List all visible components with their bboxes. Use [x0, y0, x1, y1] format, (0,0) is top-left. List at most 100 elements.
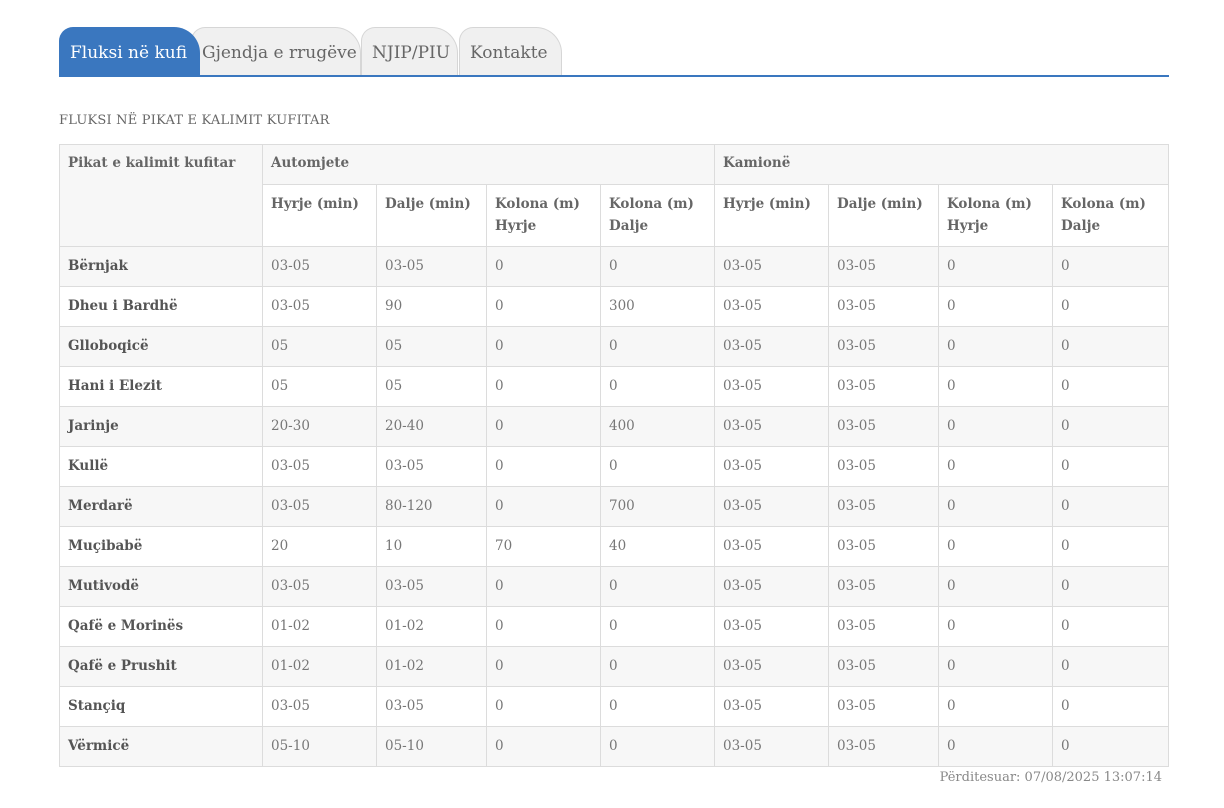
column-header: Kolona (m) Dalje	[1052, 184, 1169, 247]
table-cell: 03-05	[262, 486, 377, 527]
table-cell: 0	[938, 246, 1053, 287]
table-cell: 01-02	[262, 646, 377, 687]
table-cell: 03-05	[714, 606, 829, 647]
table-cell: 05-10	[262, 726, 377, 767]
crossing-point-name: Stançiq	[59, 686, 263, 727]
table-cell: 01-02	[262, 606, 377, 647]
table-cell: 03-05	[714, 366, 829, 407]
tab-border-flux[interactable]: Fluksi në kufi	[59, 27, 200, 77]
crossing-point-name: Bërnjak	[59, 246, 263, 287]
table-cell: 03-05	[828, 326, 939, 367]
crossing-point-name: Vërmicë	[59, 726, 263, 767]
tab-contacts[interactable]: Kontakte	[459, 27, 562, 75]
table-cell: 0	[1052, 686, 1169, 727]
table-row: Dheu i Bardhë 03-05 90 0 300 03-05 03-05 0 0	[59, 286, 1169, 327]
table-cell: 0	[486, 326, 601, 367]
table-cell: 03-05	[714, 726, 829, 767]
table-cell: 0	[1052, 446, 1169, 487]
table-row: Hani i Elezit 05 05 0 0 03-05 03-05 0 0	[59, 366, 1169, 407]
table-cell: 0	[600, 446, 715, 487]
column-header: Kolona (m) Hyrje	[938, 184, 1053, 247]
table-cell: 0	[938, 686, 1053, 727]
table-cell: 0	[486, 366, 601, 407]
table-cell: 03-05	[262, 686, 377, 727]
table-cell: 05	[262, 366, 377, 407]
table-cell: 03-05	[262, 286, 377, 327]
table-cell: 0	[938, 566, 1053, 607]
table-cell: 0	[486, 446, 601, 487]
table-cell: 03-05	[714, 646, 829, 687]
crossing-point-name: Kullë	[59, 446, 263, 487]
table-cell: 70	[486, 526, 601, 567]
table-cell: 0	[486, 286, 601, 327]
table-cell: 10	[376, 526, 487, 567]
table-cell: 0	[1052, 246, 1169, 287]
last-updated: Përditesuar: 07/08/2025 13:07:14	[939, 770, 1162, 785]
table-cell: 90	[376, 286, 487, 327]
table-cell: 0	[486, 646, 601, 687]
table-cell: 0	[486, 486, 601, 527]
table-cell: 01-02	[376, 646, 487, 687]
table-cell: 03-05	[828, 646, 939, 687]
table-cell: 0	[1052, 646, 1169, 687]
table-cell: 03-05	[828, 566, 939, 607]
table-cell: 05	[376, 326, 487, 367]
table-cell: 0	[486, 606, 601, 647]
table-cell: 03-05	[714, 566, 829, 607]
column-header: Hyrje (min)	[714, 184, 829, 247]
table-cell: 0	[600, 366, 715, 407]
table-cell: 03-05	[262, 246, 377, 287]
table-cell: 03-05	[828, 246, 939, 287]
table-cell: 0	[938, 326, 1053, 367]
table-cell: 300	[600, 286, 715, 327]
table-cell: 03-05	[714, 326, 829, 367]
table-cell: 0	[1052, 606, 1169, 647]
tab-road-conditions[interactable]: Gjendja e rrugëve	[191, 27, 361, 75]
table-row: Stançiq 03-05 03-05 0 0 03-05 03-05 0 0	[59, 686, 1169, 727]
table-cell: 03-05	[828, 606, 939, 647]
crossing-point-name: Glloboqicë	[59, 326, 263, 367]
table-cell: 0	[1052, 726, 1169, 767]
table-cell: 03-05	[828, 406, 939, 447]
table-cell: 03-05	[714, 526, 829, 567]
table-cell: 0	[1052, 406, 1169, 447]
table-cell: 40	[600, 526, 715, 567]
table-cell: 80-120	[376, 486, 487, 527]
table-cell: 03-05	[262, 566, 377, 607]
table-cell: 0	[1052, 486, 1169, 527]
table-cell: 0	[1052, 326, 1169, 367]
table-row: Qafë e Morinës 01-02 01-02 0 0 03-05 03-05 0 0	[59, 606, 1169, 647]
table-row: Bërnjak 03-05 03-05 0 0 03-05 03-05 0 0	[59, 246, 1169, 287]
table-cell: 03-05	[828, 286, 939, 327]
table-cell: 0	[938, 486, 1053, 527]
table-cell: 700	[600, 486, 715, 527]
column-header: Dalje (min)	[376, 184, 487, 247]
table-cell: 0	[600, 646, 715, 687]
crossing-point-name: Qafë e Morinës	[59, 606, 263, 647]
table-cell: 0	[486, 566, 601, 607]
tab-bar: Gjendja e rrugëve NJIP/PIU Kontakte Fluk…	[59, 27, 1169, 77]
table-cell: 05-10	[376, 726, 487, 767]
table-cell: 0	[1052, 566, 1169, 607]
group-header-trucks: Kamionë	[714, 144, 1169, 185]
table-cell: 03-05	[714, 286, 829, 327]
table-row: Vërmicë 05-10 05-10 0 0 03-05 03-05 0 0	[59, 726, 1169, 767]
table-cell: 0	[600, 246, 715, 287]
crossing-point-name: Mutivodë	[59, 566, 263, 607]
table-cell: 20	[262, 526, 377, 567]
table-cell: 0	[486, 686, 601, 727]
table-cell: 400	[600, 406, 715, 447]
column-header-crossing-point: Pikat e kalimit kufitar	[59, 144, 263, 247]
crossing-point-name: Qafë e Prushit	[59, 646, 263, 687]
column-header: Dalje (min)	[828, 184, 939, 247]
table-row: Qafë e Prushit 01-02 01-02 0 0 03-05 03-05 0 0	[59, 646, 1169, 687]
table-cell: 0	[938, 726, 1053, 767]
crossing-point-name: Jarinje	[59, 406, 263, 447]
table-cell: 0	[938, 606, 1053, 647]
table-cell: 03-05	[828, 486, 939, 527]
section-title: FLUKSI NË PIKAT E KALIMIT KUFITAR	[59, 113, 330, 128]
table-cell: 03-05	[828, 726, 939, 767]
table-row: Mutivodë 03-05 03-05 0 0 03-05 03-05 0 0	[59, 566, 1169, 607]
tab-njip-piu[interactable]: NJIP/PIU	[361, 27, 458, 75]
table-cell: 03-05	[714, 406, 829, 447]
